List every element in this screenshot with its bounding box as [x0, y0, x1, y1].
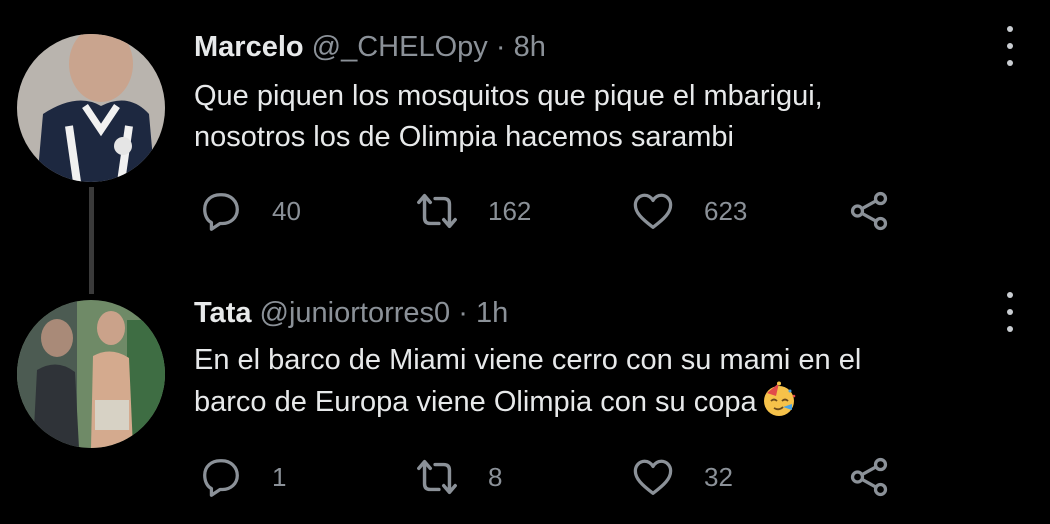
- tweet-tata[interactable]: Tata @juniortorres0 · 1h En el barco de …: [0, 260, 1050, 524]
- display-name[interactable]: Marcelo: [194, 31, 304, 63]
- like-icon: [633, 459, 673, 495]
- tweet-text-line: En el barco de Miami viene cerro con su …: [194, 344, 862, 376]
- tweet-actions: 40 162 623: [194, 188, 954, 238]
- like-button[interactable]: 32: [630, 454, 733, 500]
- share-icon: [850, 457, 888, 497]
- tweet-text: En el barco de Miami viene cerro con su …: [194, 340, 994, 423]
- tweet-text-line: nosotros los de Olimpia hacemos sarambi: [194, 121, 734, 153]
- retweet-icon: [417, 459, 457, 495]
- like-count: 32: [704, 461, 733, 492]
- like-icon: [633, 193, 673, 229]
- like-count: 623: [704, 195, 748, 226]
- avatar[interactable]: [17, 300, 165, 448]
- reply-button[interactable]: 1: [198, 454, 286, 500]
- more-options-icon[interactable]: [998, 26, 1022, 66]
- tweet-text-line-with-emoji: barco de Europa viene Olimpia con su cop…: [194, 381, 994, 423]
- reply-button[interactable]: 40: [198, 188, 301, 234]
- share-button[interactable]: [846, 454, 892, 500]
- tweet-text: Que piquen los mosquitos que pique el mb…: [194, 76, 994, 158]
- tweet-marcelo[interactable]: Marcelo @_CHELOpy · 8h Que piquen los mo…: [0, 0, 1050, 260]
- avatar-image-marcelo: [17, 34, 165, 182]
- timestamp[interactable]: 8h: [514, 31, 546, 63]
- share-icon: [850, 191, 888, 231]
- retweet-count: 8: [488, 461, 503, 492]
- retweet-button[interactable]: 8: [414, 454, 502, 500]
- user-handle[interactable]: @juniortorres0: [260, 297, 451, 329]
- tweet-actions: 1 8 32: [194, 454, 954, 504]
- like-button[interactable]: 623: [630, 188, 747, 234]
- reply-count: 40: [272, 195, 301, 226]
- avatar[interactable]: [17, 34, 165, 182]
- retweet-icon: [417, 193, 457, 229]
- tweet-header: Marcelo @_CHELOpy · 8h: [194, 30, 546, 64]
- partying-face-emoji: [763, 381, 795, 416]
- display-name[interactable]: Tata: [194, 297, 251, 329]
- retweet-count: 162: [488, 195, 532, 226]
- reply-icon: [203, 459, 239, 497]
- tweet-text-line: Que piquen los mosquitos que pique el mb…: [194, 80, 823, 112]
- tweet-header: Tata @juniortorres0 · 1h: [194, 296, 508, 330]
- separator-dot: ·: [495, 31, 506, 63]
- avatar-image-tata: [17, 300, 165, 448]
- tweet-text-line: barco de Europa viene Olimpia con su cop…: [194, 386, 757, 418]
- reply-icon: [203, 193, 239, 231]
- share-button[interactable]: [846, 188, 892, 234]
- timestamp[interactable]: 1h: [476, 297, 508, 329]
- user-handle[interactable]: @_CHELOpy: [312, 31, 488, 63]
- separator-dot: ·: [458, 297, 468, 329]
- retweet-button[interactable]: 162: [414, 188, 531, 234]
- reply-count: 1: [272, 461, 287, 492]
- more-options-icon[interactable]: [998, 292, 1022, 332]
